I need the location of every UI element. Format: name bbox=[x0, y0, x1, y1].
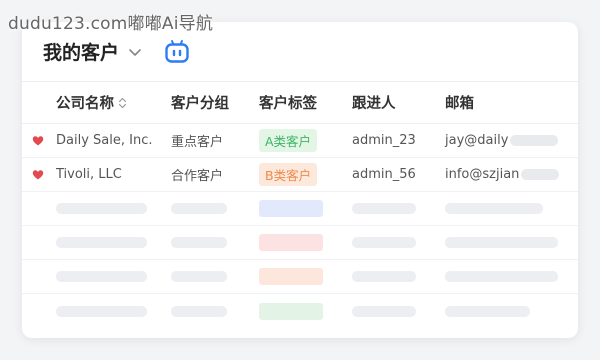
page-title: 我的客户 bbox=[43, 42, 120, 64]
skeleton-row bbox=[22, 192, 578, 226]
owner-cell: admin_56 bbox=[352, 167, 416, 182]
skeleton-bar bbox=[56, 305, 147, 317]
skeleton-tag bbox=[259, 234, 323, 251]
skeleton-bar bbox=[171, 305, 227, 317]
skeleton-bar bbox=[56, 203, 147, 214]
column-header-email[interactable]: 邮箱 bbox=[445, 82, 474, 123]
skeleton-row bbox=[22, 226, 578, 260]
company-cell: Tivoli, LLC bbox=[56, 167, 122, 182]
heart-icon[interactable] bbox=[32, 135, 44, 147]
column-header-group[interactable]: 客户分组 bbox=[171, 82, 229, 123]
skeleton-bar bbox=[56, 237, 147, 248]
customer-card: 我的客户 公司名称 客户分组 客户标签 跟进人 邮箱 Daily Sale, I… bbox=[22, 22, 578, 338]
table-row[interactable]: Tivoli, LLC 合作客户 B类客户 admin_56 info@szji… bbox=[22, 158, 578, 192]
robot-icon[interactable] bbox=[164, 39, 190, 65]
skeleton-bar bbox=[352, 305, 416, 317]
skeleton-row bbox=[22, 294, 578, 328]
skeleton-tag bbox=[259, 200, 323, 217]
group-cell: 重点客户 bbox=[171, 135, 224, 150]
heart-icon[interactable] bbox=[32, 169, 44, 181]
table-header-row: 公司名称 客户分组 客户标签 跟进人 邮箱 bbox=[22, 82, 578, 124]
skeleton-bar bbox=[352, 203, 416, 214]
watermark: dudu123.com嘟嘟Ai导航 bbox=[8, 14, 214, 34]
group-cell: 合作客户 bbox=[171, 169, 224, 184]
skeleton-bar bbox=[171, 237, 227, 248]
column-header-label: 公司名称 bbox=[56, 96, 114, 112]
skeleton-bar bbox=[445, 237, 558, 248]
skeleton-bar bbox=[445, 271, 558, 282]
owner-cell: admin_23 bbox=[352, 133, 416, 148]
sort-icon[interactable] bbox=[118, 97, 127, 109]
skeleton-bar bbox=[445, 305, 530, 317]
skeleton-bar bbox=[171, 271, 227, 282]
email-cell: info@szjian bbox=[445, 158, 560, 191]
skeleton-row bbox=[22, 260, 578, 294]
skeleton-bar bbox=[445, 203, 543, 214]
email-cell: jay@daily bbox=[445, 124, 559, 157]
email-redaction bbox=[510, 135, 559, 146]
skeleton-tag bbox=[259, 268, 323, 285]
skeleton-bar bbox=[352, 271, 416, 282]
table-row[interactable]: Daily Sale, Inc. 重点客户 A类客户 admin_23 jay@… bbox=[22, 124, 578, 158]
column-header-tag[interactable]: 客户标签 bbox=[259, 82, 317, 123]
column-header-owner[interactable]: 跟进人 bbox=[352, 82, 396, 123]
skeleton-bar bbox=[56, 271, 147, 282]
skeleton-tag bbox=[259, 302, 323, 320]
column-header-company[interactable]: 公司名称 bbox=[56, 82, 127, 123]
skeleton-bar bbox=[352, 237, 416, 248]
company-cell: Daily Sale, Inc. bbox=[56, 133, 153, 148]
customer-tag: A类客户 bbox=[259, 129, 318, 152]
email-text: jay@daily bbox=[445, 133, 509, 148]
chevron-down-icon[interactable] bbox=[128, 45, 142, 59]
skeleton-bar bbox=[171, 203, 227, 214]
email-redaction bbox=[521, 169, 560, 180]
email-text: info@szjian bbox=[445, 167, 520, 182]
customer-tag: B类客户 bbox=[259, 163, 318, 186]
